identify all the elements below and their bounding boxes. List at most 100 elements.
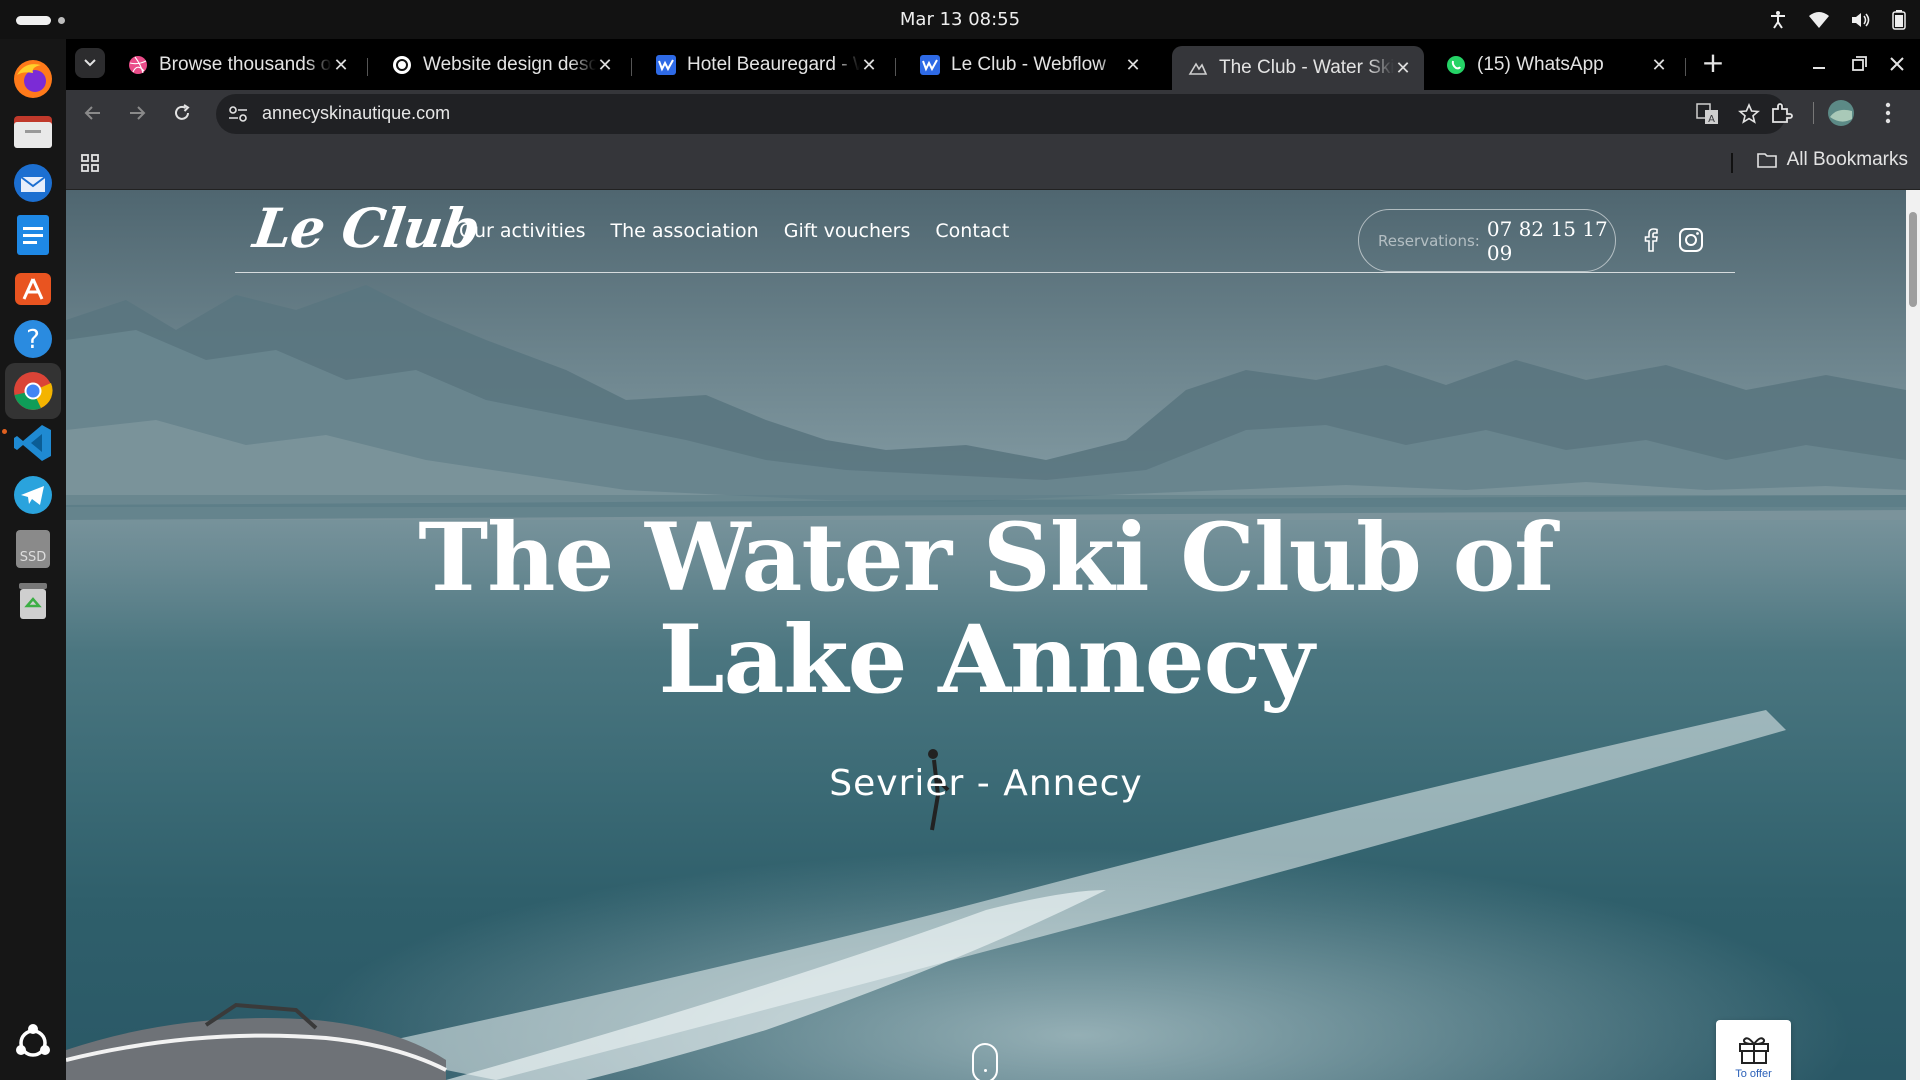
battery-icon[interactable] [1892, 10, 1906, 30]
tab-separator [1685, 58, 1686, 76]
nav-contact[interactable]: Contact [935, 220, 1009, 242]
instagram-icon[interactable] [1678, 227, 1704, 253]
reservations-label: Reservations: [1378, 231, 1480, 250]
gift-offer-widget[interactable]: To offer [1716, 1020, 1791, 1080]
volume-icon[interactable] [1850, 11, 1872, 29]
address-bar[interactable]: annecyskinautique.com A [216, 94, 1786, 134]
ssd-drive-launcher[interactable]: SSD [5, 521, 61, 577]
tab-title: Website design desc [423, 54, 596, 75]
browser-window: Browse thousands of ✕ Website design des… [66, 39, 1920, 1080]
toolbar-separator [1813, 102, 1814, 124]
tab-hotel-beauregard[interactable]: Hotel Beauregard - W ✕ [640, 46, 890, 84]
hero-title: The Water Ski Club of Lake Annecy [66, 507, 1906, 711]
scroll-down-indicator[interactable] [972, 1043, 998, 1080]
dribbble-icon [129, 56, 147, 74]
scrollbar-thumb[interactable] [1909, 212, 1917, 307]
dock: ? SSD [0, 39, 66, 1080]
firefox-launcher[interactable] [5, 51, 61, 107]
firefox-icon [14, 60, 52, 98]
system-clock[interactable]: Mar 13 08:55 [0, 9, 1920, 30]
reload-icon [175, 104, 190, 120]
bookmarks-bar: All Bookmarks [66, 136, 1920, 190]
tab-close-button[interactable]: ✕ [860, 55, 878, 76]
gift-icon [1738, 1037, 1769, 1064]
all-bookmarks-button[interactable]: All Bookmarks [1756, 149, 1908, 171]
app-center-launcher[interactable] [5, 259, 61, 315]
tab-search-button[interactable] [75, 48, 105, 78]
help-icon: ? [14, 320, 52, 358]
tab-title: Le Club - Webflow [951, 54, 1106, 75]
browser-toolbar: annecyskinautique.com A [66, 90, 1920, 136]
system-tray[interactable] [1768, 6, 1906, 34]
openai-icon [393, 56, 411, 74]
tab-whatsapp[interactable]: (15) WhatsApp ✕ [1430, 46, 1680, 84]
apps-grid-icon[interactable] [80, 153, 100, 173]
facebook-icon[interactable] [1644, 228, 1658, 252]
tab-title: The Club - Water Ski [1219, 57, 1394, 78]
chevron-down-icon [84, 59, 96, 67]
thunderbird-launcher[interactable] [5, 155, 61, 211]
tab-close-button[interactable]: ✕ [596, 55, 614, 76]
profile-avatar-icon[interactable] [1827, 99, 1855, 127]
help-launcher[interactable]: ? [5, 311, 61, 367]
all-bookmarks-label: All Bookmarks [1786, 149, 1908, 170]
webflow-icon [920, 55, 940, 75]
arrow-left-icon [84, 106, 100, 120]
header-divider [235, 272, 1735, 273]
running-indicator [2, 429, 7, 434]
site-logo[interactable]: Le Club [250, 196, 484, 260]
vscode-launcher[interactable] [5, 415, 61, 471]
close-window-icon[interactable] [1884, 51, 1910, 77]
tab-separator [367, 58, 368, 76]
writer-launcher[interactable] [5, 207, 61, 263]
vscode-icon [14, 425, 51, 461]
tab-dribbble[interactable]: Browse thousands of ✕ [112, 46, 362, 84]
bookmark-star-icon[interactable] [1738, 103, 1760, 125]
page-scrollbar[interactable] [1906, 190, 1920, 1080]
back-button[interactable] [78, 98, 108, 128]
files-launcher[interactable] [5, 103, 61, 159]
thunderbird-icon [14, 164, 52, 202]
minimize-icon[interactable] [1806, 51, 1832, 77]
nav-gift-vouchers[interactable]: Gift vouchers [784, 220, 911, 242]
tab-close-button[interactable]: ✕ [1124, 55, 1142, 76]
main-navigation: Our activities The association Gift vouc… [459, 220, 1009, 242]
tab-chatgpt[interactable]: Website design desc ✕ [376, 46, 626, 84]
tab-close-button[interactable]: ✕ [332, 55, 350, 76]
hero-title-line-1: The Water Ski Club of [418, 503, 1555, 613]
trash-launcher[interactable] [5, 573, 61, 629]
folder-icon [14, 116, 52, 148]
telegram-launcher[interactable] [5, 467, 61, 523]
forward-button[interactable] [122, 98, 152, 128]
menu-dots-icon[interactable] [1884, 102, 1892, 124]
translate-icon[interactable]: A [1696, 103, 1720, 125]
nav-the-association[interactable]: The association [611, 220, 759, 242]
reservations-button[interactable]: Reservations: 07 82 15 17 09 [1358, 209, 1616, 272]
tab-close-button[interactable]: ✕ [1650, 55, 1668, 76]
new-tab-button[interactable]: + [1698, 49, 1728, 79]
reload-button[interactable] [167, 98, 197, 128]
accessibility-icon[interactable] [1768, 10, 1788, 30]
trash-icon [19, 583, 47, 619]
bookmarks-separator [1731, 153, 1733, 173]
svg-text:?: ? [26, 325, 40, 355]
site-info-icon[interactable] [228, 105, 248, 123]
tab-le-club-webflow[interactable]: Le Club - Webflow ✕ [904, 46, 1154, 84]
nav-our-activities[interactable]: Our activities [459, 220, 586, 242]
chrome-launcher[interactable] [5, 363, 61, 419]
system-top-bar: Mar 13 08:55 [0, 0, 1920, 39]
whatsapp-icon [1447, 56, 1465, 74]
tab-water-ski-club[interactable]: The Club - Water Ski ✕ [1172, 46, 1424, 90]
show-apps-launcher[interactable] [5, 1015, 61, 1071]
app-store-icon [15, 273, 51, 305]
wifi-icon[interactable] [1808, 11, 1830, 29]
svg-text:A: A [1708, 114, 1715, 125]
extensions-icon[interactable] [1769, 101, 1793, 125]
tab-close-button[interactable]: ✕ [1394, 58, 1412, 79]
gift-offer-label: To offer [1735, 1068, 1772, 1080]
reservations-phone: 07 82 15 17 09 [1486, 216, 1608, 265]
tab-title: Browse thousands of [159, 54, 332, 75]
restore-icon[interactable] [1846, 51, 1872, 77]
drive-icon: SSD [16, 530, 50, 568]
chrome-icon [14, 372, 53, 410]
